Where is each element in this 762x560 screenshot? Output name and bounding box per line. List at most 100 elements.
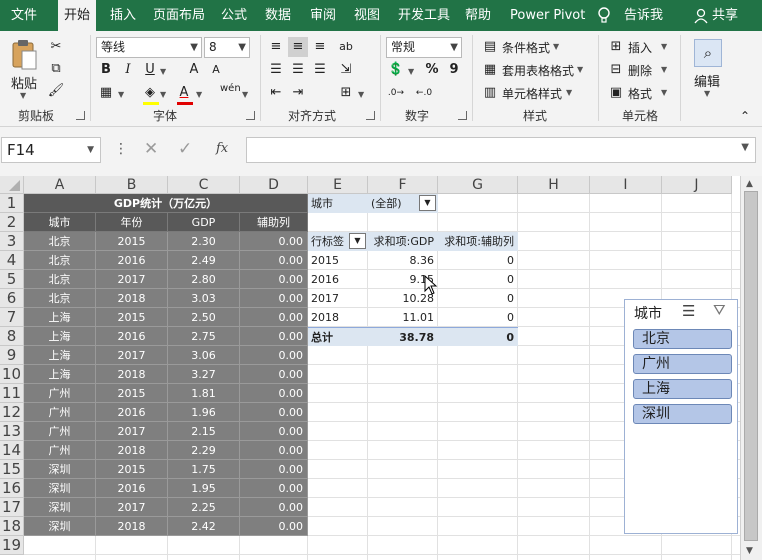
source-data-cell[interactable]: 上海 xyxy=(24,346,96,365)
row-header-6[interactable]: 6 xyxy=(0,289,24,308)
cancel-icon[interactable]: ✕ xyxy=(144,139,158,159)
source-data-cell[interactable]: 深圳 xyxy=(24,498,96,517)
pivot-row-label[interactable]: 2015 xyxy=(308,251,368,270)
source-data-cell[interactable]: 2.50 xyxy=(168,308,240,327)
formula-input[interactable]: ▼ xyxy=(246,137,756,163)
decrease-font-button[interactable]: A xyxy=(206,60,226,80)
slicer-item-guangzhou[interactable]: 广州 xyxy=(633,354,732,374)
paste-dropdown-icon[interactable]: ▼ xyxy=(20,91,26,100)
source-data-cell[interactable]: 2015 xyxy=(96,232,168,251)
source-data-cell[interactable]: 2.29 xyxy=(168,441,240,460)
row-header-11[interactable]: 11 xyxy=(0,384,24,403)
source-data-cell[interactable]: 2018 xyxy=(96,365,168,384)
row-header-9[interactable]: 9 xyxy=(0,346,24,365)
increase-indent-icon[interactable]: ⇥ xyxy=(288,83,308,103)
merge-dropdown-icon[interactable]: ▼ xyxy=(358,90,364,99)
multi-select-icon[interactable]: ☰ xyxy=(682,302,695,320)
tab-insert[interactable]: 插入 xyxy=(110,0,136,31)
source-data-cell[interactable]: 北京 xyxy=(24,251,96,270)
insert-dropdown-icon[interactable]: ▼ xyxy=(661,42,667,51)
source-header-cell[interactable]: 城市 xyxy=(24,213,96,232)
font-color-dropdown-icon[interactable]: ▼ xyxy=(196,90,202,99)
source-data-cell[interactable]: 上海 xyxy=(24,365,96,384)
pivot-aux-value[interactable]: 0 xyxy=(438,251,518,270)
source-data-cell[interactable]: 3.27 xyxy=(168,365,240,384)
row-header-10[interactable]: 10 xyxy=(0,365,24,384)
source-data-cell[interactable]: 2.25 xyxy=(168,498,240,517)
cell-styles-dropdown-icon[interactable]: ▼ xyxy=(566,88,572,97)
align-middle-icon[interactable]: ≡ xyxy=(288,37,308,57)
column-header-i[interactable]: I xyxy=(590,176,662,194)
decrease-decimal-icon[interactable]: ←.0 xyxy=(414,83,434,103)
row-header-5[interactable]: 5 xyxy=(0,270,24,289)
source-data-cell[interactable]: 0.00 xyxy=(240,270,308,289)
align-top-icon[interactable]: ≡ xyxy=(266,37,286,57)
fill-color-icon[interactable]: ◈ xyxy=(140,83,160,103)
row-header-4[interactable]: 4 xyxy=(0,251,24,270)
source-data-cell[interactable]: 深圳 xyxy=(24,479,96,498)
italic-button[interactable]: I xyxy=(118,60,138,80)
source-data-cell[interactable]: 0.00 xyxy=(240,517,308,536)
row-header-14[interactable]: 14 xyxy=(0,441,24,460)
source-data-cell[interactable]: 0.00 xyxy=(240,308,308,327)
tab-developer[interactable]: 开发工具 xyxy=(398,0,450,31)
editing-dropdown-icon[interactable]: ▼ xyxy=(704,89,710,98)
pivot-total-gdp[interactable]: 38.78 xyxy=(368,327,438,346)
source-data-cell[interactable]: 1.95 xyxy=(168,479,240,498)
source-data-cell[interactable]: 2018 xyxy=(96,517,168,536)
merge-center-icon[interactable]: ⊞ xyxy=(336,83,356,103)
source-data-cell[interactable]: 深圳 xyxy=(24,460,96,479)
vertical-scrollbar[interactable]: ▲ ▼ xyxy=(740,176,762,560)
source-data-cell[interactable]: 2015 xyxy=(96,460,168,479)
clipboard-launcher-icon[interactable] xyxy=(76,111,85,120)
align-bottom-icon[interactable]: ≡ xyxy=(310,37,330,57)
more-options-icon[interactable]: ⋮ xyxy=(114,141,128,157)
row-header-3[interactable]: 3 xyxy=(0,232,24,251)
scroll-up-icon[interactable]: ▲ xyxy=(746,179,753,189)
paste-icon[interactable] xyxy=(10,39,38,74)
row-header-1[interactable]: 1 xyxy=(0,194,24,213)
wrap-text-icon[interactable]: ⇲ xyxy=(336,60,356,80)
source-data-cell[interactable]: 2.80 xyxy=(168,270,240,289)
cell-styles-icon[interactable]: ▥ xyxy=(480,83,500,103)
source-data-cell[interactable]: 1.96 xyxy=(168,403,240,422)
scroll-down-icon[interactable]: ▼ xyxy=(746,546,753,556)
pivot-row-label[interactable]: 2018 xyxy=(308,308,368,327)
row-header-8[interactable]: 8 xyxy=(0,327,24,346)
accounting-format-icon[interactable]: 💲 xyxy=(386,60,406,80)
row-header-17[interactable]: 17 xyxy=(0,498,24,517)
source-data-cell[interactable]: 广州 xyxy=(24,422,96,441)
font-size-select[interactable]: 8 ▼ xyxy=(204,37,250,58)
source-data-cell[interactable]: 上海 xyxy=(24,327,96,346)
align-left-icon[interactable]: ☰ xyxy=(266,60,286,80)
source-data-cell[interactable]: 2017 xyxy=(96,422,168,441)
column-header-j[interactable]: J xyxy=(662,176,732,194)
number-launcher-icon[interactable] xyxy=(458,111,467,120)
format-as-table-dropdown-icon[interactable]: ▼ xyxy=(577,65,583,74)
insert-cells-icon[interactable]: ⊞ xyxy=(606,37,626,57)
source-data-cell[interactable]: 3.03 xyxy=(168,289,240,308)
source-header-cell[interactable]: 年份 xyxy=(96,213,168,232)
source-data-cell[interactable]: 0.00 xyxy=(240,384,308,403)
editing-button[interactable]: 编辑 xyxy=(694,71,720,90)
source-data-cell[interactable]: 2015 xyxy=(96,308,168,327)
format-as-table-button[interactable]: 套用表格格式 xyxy=(502,62,574,79)
font-color-button[interactable]: A xyxy=(174,83,194,103)
name-box[interactable]: F14 ▼ xyxy=(1,137,101,163)
source-data-cell[interactable]: 0.00 xyxy=(240,327,308,346)
font-name-select[interactable]: 等线 ▼ xyxy=(96,37,202,58)
borders-dropdown-icon[interactable]: ▼ xyxy=(118,90,124,99)
paste-button[interactable]: 粘贴 xyxy=(11,73,37,92)
pivot-row-label[interactable]: 2017 xyxy=(308,289,368,308)
row-header-19[interactable]: 19 xyxy=(0,536,24,555)
source-data-cell[interactable]: 2018 xyxy=(96,289,168,308)
cut-icon[interactable]: ✂ xyxy=(46,37,66,57)
source-data-cell[interactable]: 0.00 xyxy=(240,403,308,422)
source-data-cell[interactable]: 北京 xyxy=(24,232,96,251)
number-format-select[interactable]: 常规 ▼ xyxy=(386,37,462,58)
enter-icon[interactable]: ✓ xyxy=(178,139,192,159)
pivot-aux-header[interactable]: 求和项:辅助列 xyxy=(438,232,518,251)
comma-style-button[interactable]: 9 xyxy=(444,60,464,80)
pivot-gdp-value[interactable]: 11.01 xyxy=(368,308,438,327)
source-data-cell[interactable]: 上海 xyxy=(24,308,96,327)
